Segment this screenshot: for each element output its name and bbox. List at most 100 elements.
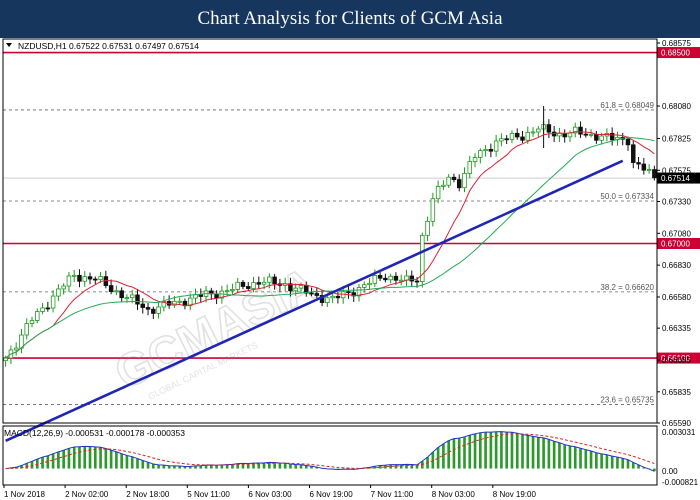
fib-levels: 61.8 = 0.68049 50.0 = 0.67334 38.2 = 0.666… [3,101,657,405]
y-tick-label: 0.66830 [662,261,691,270]
candle-body [504,138,509,141]
y-tick-label: 0.68575 [662,39,691,48]
fib-level-label: 50.0 = 0.67334 [600,192,654,201]
candle-body [77,274,82,282]
candle-body [388,275,393,281]
candle-body [135,294,140,305]
y-tick-label: 0.67330 [662,197,691,206]
candle-body [214,293,219,299]
candle-body [156,306,161,314]
macd-tick-label: 0.00 [662,467,678,476]
candle-body [35,311,40,321]
chart-menu-triangle [6,43,12,47]
candle-body [636,162,641,165]
candle-body [578,126,583,135]
candle-body [235,281,240,290]
candle-body [451,176,457,180]
candle-body [177,300,182,303]
chart-area: 0.685000.670000.661000.67514 61.8 = 0.68… [2,38,700,499]
candle-body [129,294,135,298]
candle-body [625,138,631,146]
x-tick-label: 5 Nov 11:00 [187,490,230,499]
y-tick-label: 0.67825 [662,134,691,143]
x-tick-label: 8 Nov 03:00 [432,490,476,499]
candle-body [530,131,536,134]
candle-body [66,275,72,287]
candle-body [367,282,372,286]
candle-body [246,286,251,289]
candle-body [293,287,298,292]
candle-body [509,132,515,140]
main-plot-frame [2,38,658,424]
candlesticks [3,106,657,367]
candle-body [267,276,272,283]
moving-averages [5,131,655,359]
x-tick-label: 7 Nov 11:00 [371,490,414,499]
y-tick-label: 0.68080 [662,102,691,111]
candle-body [325,297,330,303]
x-tick-label: 2 Nov 18:00 [126,490,170,499]
x-tick-label: 6 Nov 03:00 [248,490,292,499]
candle-body [40,307,45,312]
candle-body [425,220,430,236]
candle-body [383,277,388,281]
candle-body [3,357,8,362]
y-tick-label: 0.67575 [662,166,691,175]
y-tick-label: 0.66085 [662,356,691,365]
candle-body [108,285,114,292]
candle-body [514,132,520,138]
candle-body [71,274,77,277]
x-tick-label: 8 Nov 19:00 [493,490,537,499]
candle-body [536,128,541,133]
candle-body [298,285,304,289]
candle-body [446,176,451,186]
page-title: Chart Analysis for Clients of GCM Asia [197,8,503,29]
candle-body [393,275,399,281]
candle-body [309,292,314,295]
candle-body [13,347,19,351]
y-tick-label: 0.67080 [662,229,691,238]
candle-body [493,140,499,152]
support-trendline [5,159,624,443]
candle-body [520,136,525,141]
candle-body [56,288,61,297]
candle-body [631,144,636,163]
y-tick-label: 0.66335 [662,324,691,333]
candle-body [230,289,235,292]
candle-body [98,276,103,280]
candle-body [330,295,335,299]
fib-level-label: 61.8 = 0.68049 [600,101,654,110]
symbol-info: NZDUSD,H1 0.67522 0.67531 0.67497 0.6751… [18,41,199,51]
candle-body [61,285,66,290]
candle-body [93,278,98,281]
candle-body [124,297,130,299]
price-level-label: 0.68500 [661,49,690,58]
y-tick-label: 0.66580 [662,293,691,302]
trendline-layer [5,159,624,443]
candle-body [140,303,146,308]
candle-body [594,133,599,141]
candle-body [435,186,441,200]
candle-body [119,290,124,299]
candle-body [414,280,420,283]
candle-body [409,275,414,282]
candle-body [362,284,367,288]
price-level-label: 0.67000 [661,240,690,249]
candle-body [588,133,594,136]
candle-body [240,281,246,287]
x-tick-label: 6 Nov 19:00 [310,490,354,499]
candle-body [525,132,531,141]
macd-tick-label: 0.003031 [662,428,696,437]
candle-body [261,281,267,285]
candle-body [472,157,478,162]
candle-body [499,138,504,142]
candle-body [441,184,446,187]
candle-body [646,169,652,171]
fib-level-label: 23.6 = 0.65735 [600,396,654,405]
macd-info: MACD(12,26,9) -0.000531 -0.000178 -0.000… [4,428,185,438]
candle-body [45,307,51,310]
candle-body [87,276,93,280]
candle-body [398,279,404,282]
candle-body [24,323,29,336]
candle-body [114,290,119,293]
